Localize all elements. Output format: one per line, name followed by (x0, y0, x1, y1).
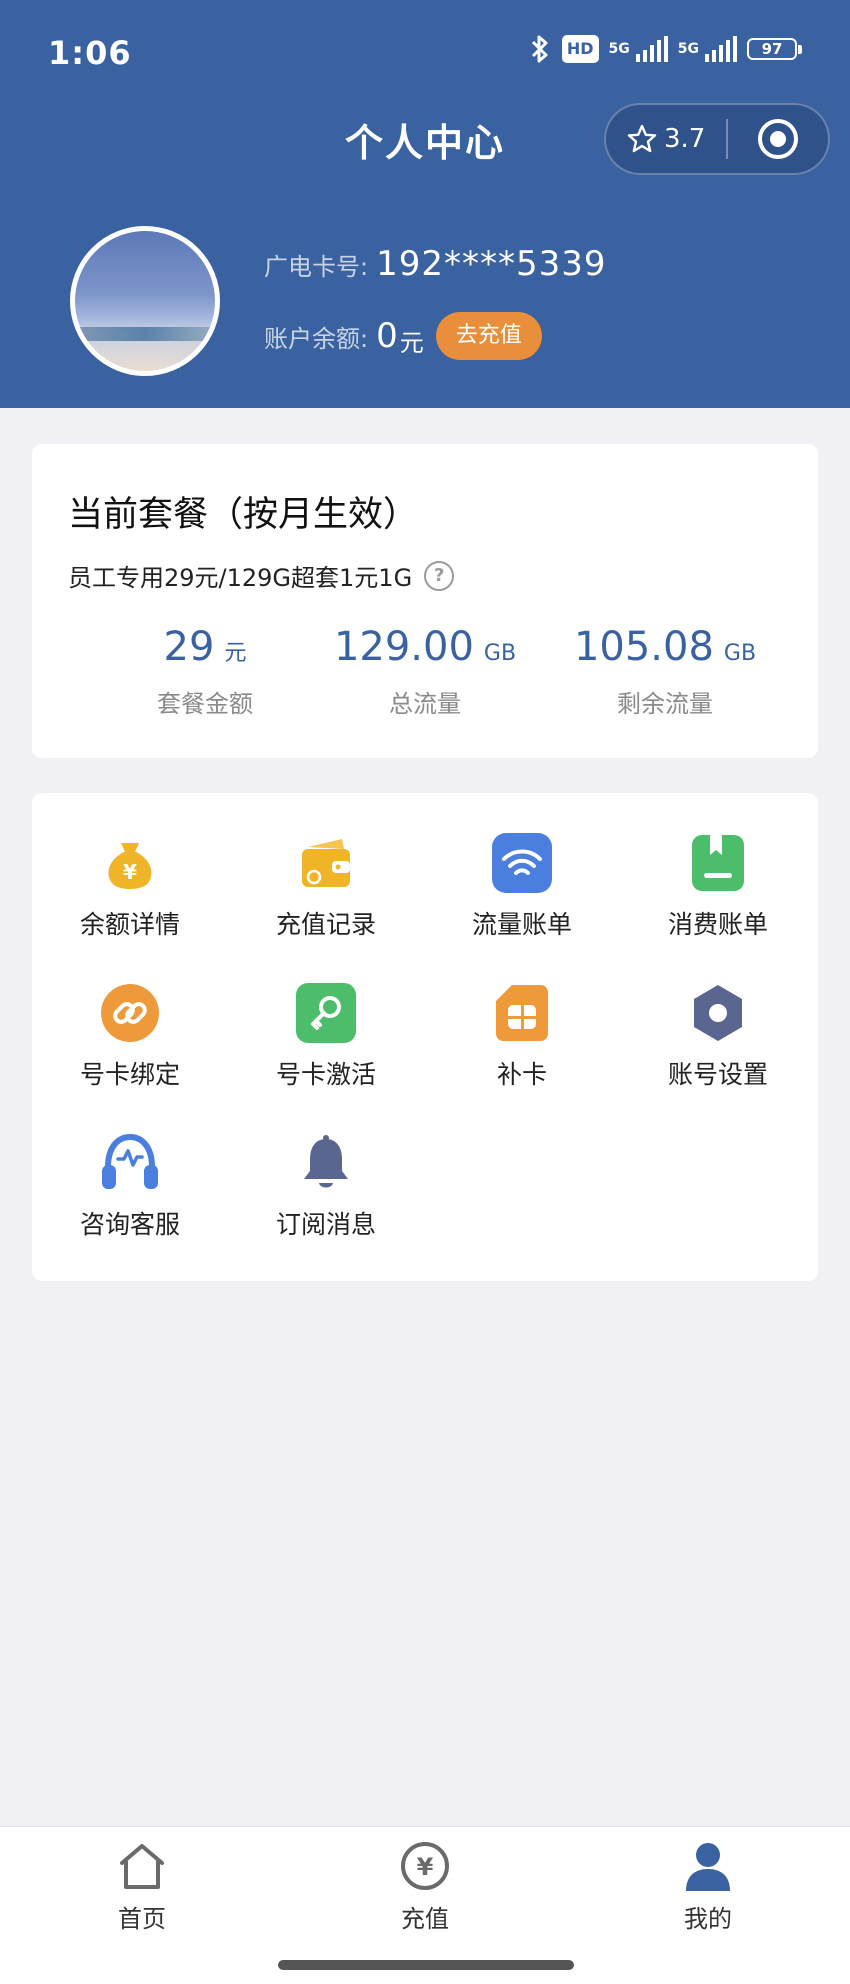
menu-card-activation[interactable]: 号卡激活 (228, 983, 424, 1091)
mini-program-capsule: 3.7 (604, 103, 830, 175)
stat-value: 105.08 (573, 624, 714, 670)
user-icon (686, 1843, 730, 1891)
plan-description: 员工专用29元/129G超套1元1G (68, 564, 413, 592)
balance-label: 账户余额: (264, 324, 369, 353)
menu-label: 消费账单 (667, 910, 768, 939)
rating-value: 3.7 (664, 124, 706, 154)
star-icon (627, 124, 657, 153)
plan-description-row: 员工专用29元/129G超套1元1G ? (68, 558, 455, 593)
balance-row: 账户余额: 0 元 去充值 (264, 312, 542, 360)
stat-value: 129.00 (333, 624, 474, 670)
tab-label: 充值 (401, 1905, 449, 1933)
tab-mine[interactable]: 我的 (608, 1841, 808, 1934)
network-type-1: 5G (608, 41, 630, 57)
menu-recharge-record[interactable]: 充值记录 (228, 833, 424, 941)
stat-label: 剩余流量 (617, 690, 713, 718)
bell-icon (304, 1135, 348, 1188)
menu-label: 余额详情 (79, 910, 180, 939)
stat-label: 总流量 (389, 690, 461, 718)
menu-card-replacement[interactable]: 补卡 (424, 983, 620, 1091)
signal-icon-2 (705, 36, 737, 62)
tab-label: 我的 (684, 1905, 732, 1933)
recharge-button[interactable]: 去充值 (435, 312, 542, 360)
wifi-icon (492, 833, 552, 893)
network-type-2: 5G (677, 41, 699, 57)
bluetooth-icon (531, 35, 548, 63)
svg-text:¥: ¥ (123, 860, 137, 884)
menu-subscribe-messages[interactable]: 订阅消息 (228, 1133, 424, 1241)
stat-remaining-data: 105.08 GB 剩余流量 (534, 624, 796, 719)
link-icon (101, 984, 159, 1042)
close-mini-program-button[interactable] (728, 117, 828, 161)
avatar[interactable] (70, 226, 220, 376)
sim-card-icon (496, 985, 548, 1041)
wallet-icon (302, 839, 350, 887)
balance-value: 0 (376, 316, 398, 356)
menu-label: 充值记录 (275, 910, 376, 939)
plan-card: 当前套餐（按月生效） 员工专用29元/129G超套1元1G ? 29 元 套餐金额… (32, 444, 818, 758)
menu-label: 流量账单 (471, 910, 572, 939)
status-icons: HD 5G 5G 97 (528, 34, 802, 64)
menu-customer-service[interactable]: 咨询客服 (32, 1133, 228, 1241)
balance-unit: 元 (399, 328, 424, 357)
hd-badge: HD (561, 35, 599, 63)
tab-home[interactable]: 首页 (42, 1841, 242, 1934)
card-number-row: 广电卡号: 192****5339 (264, 244, 607, 284)
help-icon[interactable]: ? (424, 560, 455, 591)
bookmark-icon (692, 835, 744, 891)
battery-icon: 97 (747, 38, 802, 60)
battery-level: 97 (747, 38, 797, 60)
services-menu-card: ¥ 余额详情 充值记录 流量账单 消费账单 号卡绑定 号卡激活 补卡 账号设置 … (32, 793, 818, 1281)
menu-label: 号卡绑定 (79, 1060, 180, 1089)
plan-title: 当前套餐（按月生效） (68, 495, 419, 535)
money-bag-icon: ¥ (108, 843, 152, 889)
menu-label: 补卡 (496, 1060, 547, 1089)
menu-label: 号卡激活 (275, 1060, 376, 1089)
stat-unit: GB (723, 641, 757, 666)
svg-text:¥: ¥ (417, 1853, 434, 1881)
menu-card-binding[interactable]: 号卡绑定 (32, 983, 228, 1091)
home-icon (120, 1844, 164, 1889)
menu-data-bill[interactable]: 流量账单 (424, 833, 620, 941)
settings-hexagon-icon (694, 985, 742, 1041)
stat-unit: GB (483, 641, 517, 666)
key-icon (296, 983, 356, 1043)
yen-coin-icon: ¥ (401, 1842, 449, 1890)
menu-label: 订阅消息 (275, 1210, 376, 1239)
tab-recharge[interactable]: ¥ 充值 (325, 1841, 525, 1934)
status-time: 1:06 (48, 34, 132, 72)
menu-balance-detail[interactable]: ¥ 余额详情 (32, 833, 228, 941)
menu-label: 咨询客服 (79, 1210, 180, 1239)
rating-button[interactable]: 3.7 (606, 123, 726, 155)
tab-label: 首页 (118, 1905, 166, 1933)
card-number-label: 广电卡号: (264, 252, 369, 281)
headset-icon (102, 1133, 158, 1189)
card-number: 192****5339 (376, 244, 607, 284)
stat-value: 29 (163, 624, 215, 670)
stat-unit: 元 (224, 641, 247, 666)
signal-icon (635, 36, 668, 62)
menu-label: 账号设置 (667, 1060, 768, 1089)
stat-total-data: 129.00 GB 总流量 (294, 624, 556, 719)
menu-consumption-bill[interactable]: 消费账单 (620, 833, 816, 941)
target-icon (758, 119, 798, 159)
menu-account-settings[interactable]: 账号设置 (620, 983, 816, 1091)
profile-header: 1:06 HD 5G 5G 97 个人中心 3.7 广电卡号: 192****5… (0, 0, 850, 408)
home-indicator[interactable] (278, 1960, 574, 1970)
